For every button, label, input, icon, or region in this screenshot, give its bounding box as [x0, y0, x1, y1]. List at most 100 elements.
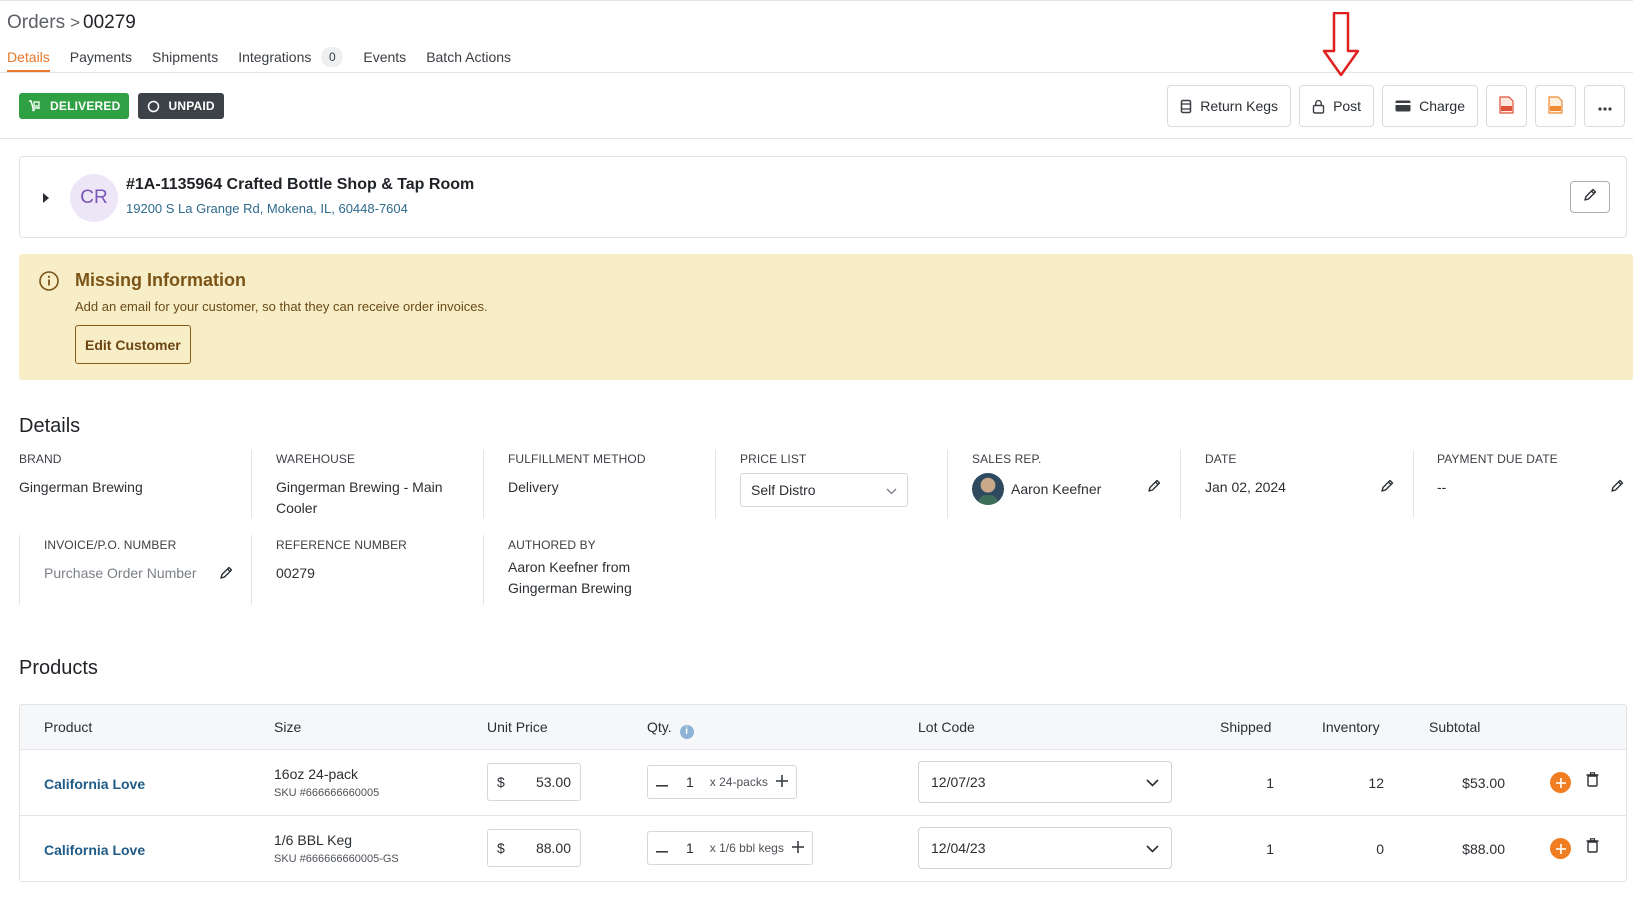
unit-price-input[interactable]: $ 53.00	[487, 763, 581, 801]
customer-address-link[interactable]: 19200 S La Grange Rd, Mokena, IL, 60448-…	[126, 201, 408, 216]
minus-icon[interactable]	[656, 840, 668, 856]
return-kegs-button[interactable]: Return Kegs	[1167, 85, 1292, 127]
invoice-po-label: INVOICE/P.O. NUMBER	[44, 538, 177, 552]
edit-invoice-pencil-icon[interactable]	[219, 566, 233, 585]
customer-name: #1A-1135964 Crafted Bottle Shop & Tap Ro…	[126, 176, 475, 193]
subtotal-value: $53.00	[1462, 775, 1505, 791]
breadcrumb-orders-link[interactable]: Orders	[7, 12, 65, 34]
column-divider	[19, 535, 20, 605]
tab-events[interactable]: Events	[363, 44, 406, 70]
tab-integrations-label: Integrations	[238, 49, 312, 65]
reference-field: REFERENCE NUMBER 00279	[276, 538, 476, 584]
tab-integrations[interactable]: Integrations 0	[238, 44, 344, 70]
tab-batch-actions[interactable]: Batch Actions	[426, 44, 511, 70]
tabs-divider	[0, 72, 1633, 73]
product-sku: SKU #666666660005	[274, 787, 380, 799]
chevron-down-icon	[1146, 774, 1159, 790]
keg-icon	[1180, 99, 1192, 114]
delivered-label: DELIVERED	[50, 99, 121, 113]
tab-shipments[interactable]: Shipments	[152, 44, 218, 70]
minus-icon[interactable]	[656, 774, 668, 790]
quantity-value[interactable]: 1	[686, 840, 694, 856]
pdf-orange-icon	[1548, 95, 1563, 117]
quantity-stepper[interactable]: 1 x 1/6 bbl kegs	[647, 831, 813, 865]
lot-code-select[interactable]: 12/04/23	[918, 827, 1172, 869]
col-subtotal: Subtotal	[1429, 719, 1481, 735]
price-list-label: PRICE LIST	[740, 452, 807, 466]
unit-price-value: 88.00	[535, 840, 571, 856]
edit-customer-button[interactable]	[1570, 181, 1610, 213]
col-qty-label: Qty.	[647, 719, 672, 735]
status-divider	[0, 138, 1633, 139]
download-pdf-button[interactable]	[1486, 85, 1527, 127]
tab-payments[interactable]: Payments	[70, 44, 132, 70]
column-divider	[1413, 450, 1414, 518]
unit-price-input[interactable]: $ 88.00	[487, 829, 581, 867]
integrations-count-badge: 0	[321, 47, 344, 67]
warehouse-field: WAREHOUSE Gingerman Brewing - Main Coole…	[276, 452, 476, 519]
tab-details[interactable]: Details	[7, 44, 50, 72]
product-sku: SKU #666666660005-GS	[274, 853, 399, 865]
product-name-link[interactable]: California Love	[44, 842, 145, 858]
trash-icon[interactable]	[1586, 772, 1599, 790]
add-plus-circle-icon[interactable]	[1550, 772, 1571, 793]
customer-avatar: CR	[70, 174, 118, 222]
quantity-unit: x 1/6 bbl kegs	[709, 841, 784, 855]
lot-code-value: 12/04/23	[931, 840, 986, 856]
qty-info-icon[interactable]: i	[679, 724, 694, 739]
inventory-value: 0	[1376, 841, 1384, 857]
more-actions-button[interactable]	[1584, 85, 1625, 127]
authored-by-label: AUTHORED BY	[508, 538, 596, 552]
col-shipped: Shipped	[1220, 719, 1272, 735]
col-inventory: Inventory	[1322, 719, 1380, 735]
details-heading: Details	[19, 415, 81, 437]
subtotal-value: $88.00	[1462, 841, 1505, 857]
products-table-header: Product Size Unit Price Qty. i Lot Code S…	[20, 705, 1626, 749]
products-heading: Products	[19, 657, 98, 679]
delivered-status-badge: DELIVERED	[19, 93, 130, 119]
add-plus-circle-icon[interactable]	[1550, 838, 1571, 859]
price-list-value: Self Distro	[751, 482, 816, 498]
edit-payment-due-pencil-icon[interactable]	[1610, 479, 1624, 498]
expand-caret-icon[interactable]	[42, 191, 50, 209]
table-row: California Love 1/6 BBL Keg SKU #6666666…	[20, 815, 1626, 881]
page-title: 00279	[83, 12, 136, 33]
fulfillment-field: FULFILLMENT METHOD Delivery	[508, 452, 708, 498]
breadcrumb: Orders > 00279	[7, 12, 136, 34]
trash-icon[interactable]	[1586, 838, 1599, 856]
edit-sales-rep-pencil-icon[interactable]	[1147, 479, 1161, 498]
lot-code-value: 12/07/23	[931, 774, 986, 790]
pencil-icon	[1583, 188, 1597, 207]
price-list-field: PRICE LIST Self Distro	[740, 452, 940, 507]
col-product: Product	[44, 719, 93, 735]
chevron-down-icon	[886, 482, 897, 498]
column-divider	[947, 450, 948, 518]
post-button[interactable]: Post	[1299, 85, 1375, 127]
unpaid-label: UNPAID	[168, 99, 215, 113]
charge-label: Charge	[1419, 98, 1465, 114]
dolly-icon	[28, 100, 42, 112]
column-divider	[715, 450, 716, 518]
edit-date-pencil-icon[interactable]	[1380, 479, 1394, 498]
plus-icon[interactable]	[775, 774, 788, 790]
charge-button[interactable]: Charge	[1382, 85, 1478, 127]
lot-code-select[interactable]: 12/07/23	[918, 761, 1172, 803]
product-name-link[interactable]: California Love	[44, 776, 145, 792]
sales-rep-field: SALES REP. Aaron Keefner	[972, 452, 1172, 505]
plus-icon[interactable]	[791, 840, 804, 856]
chevron-down-icon	[1146, 840, 1159, 856]
lock-icon	[1312, 99, 1325, 114]
price-list-select[interactable]: Self Distro	[740, 473, 908, 507]
sales-rep-name: Aaron Keefner	[1011, 481, 1102, 497]
authored-by-value: Aaron Keefner from Gingerman Brewing	[508, 559, 632, 596]
circle-icon	[147, 100, 160, 113]
edit-customer-alert-button[interactable]: Edit Customer	[75, 325, 191, 364]
invoice-po-field: INVOICE/P.O. NUMBER Purchase Order Numbe…	[44, 538, 224, 584]
invoice-po-placeholder[interactable]: Purchase Order Number	[44, 563, 224, 584]
quantity-value[interactable]: 1	[686, 774, 694, 790]
post-label: Post	[1333, 98, 1362, 114]
brand-value: Gingerman Brewing	[19, 479, 143, 495]
download-pdf-alt-button[interactable]	[1535, 85, 1576, 127]
ellipsis-icon	[1597, 98, 1612, 114]
quantity-stepper[interactable]: 1 x 24-packs	[647, 765, 797, 799]
